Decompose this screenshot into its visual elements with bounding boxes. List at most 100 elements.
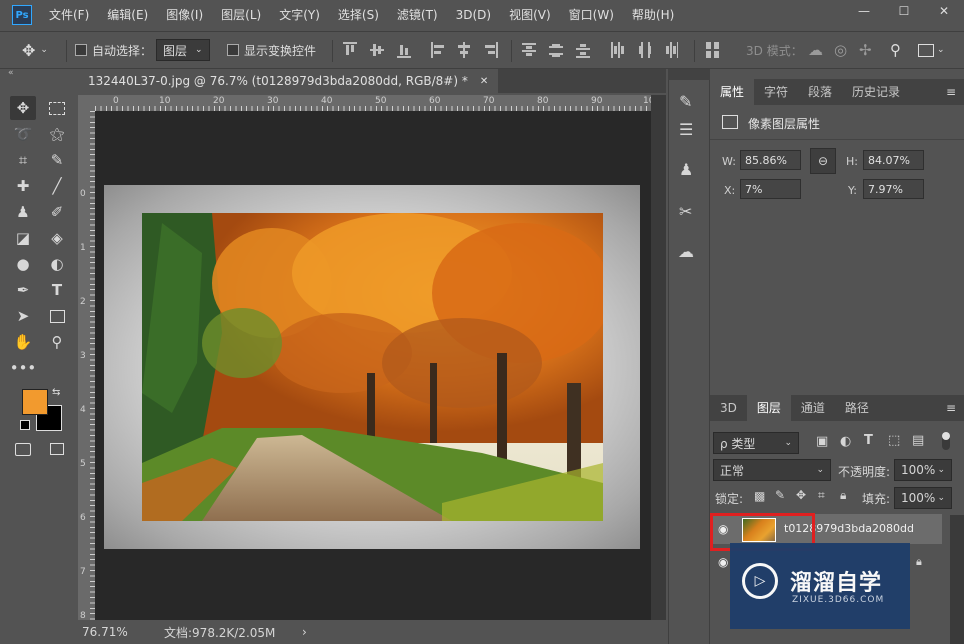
menu-select[interactable]: 选择(S): [329, 0, 388, 30]
restore-button[interactable]: ☐: [884, 0, 924, 22]
close-icon[interactable]: ✕: [480, 76, 488, 87]
crop-tool-icon[interactable]: ⌗: [10, 148, 36, 172]
workspace-switcher-icon[interactable]: ⌄: [918, 32, 945, 68]
status-menu-arrow[interactable]: ›: [302, 625, 307, 639]
more-tools-icon[interactable]: •••: [10, 356, 37, 380]
layers-scrollbar[interactable]: [950, 515, 964, 644]
auto-select-dropdown[interactable]: 图层 ⌄: [156, 39, 210, 61]
menu-file[interactable]: 文件(F): [40, 0, 98, 30]
tab-properties[interactable]: 属性: [710, 79, 755, 105]
marquee-tool-icon[interactable]: [44, 96, 70, 120]
filter-shape-icon[interactable]: ⬚: [888, 433, 900, 448]
path-selection-tool-icon[interactable]: ➤: [10, 304, 36, 328]
type-tool-icon[interactable]: T: [44, 278, 70, 302]
align-vcenter-icon[interactable]: [370, 42, 384, 58]
history-brush-tool-icon[interactable]: ✐: [44, 200, 70, 224]
filter-smart-object-icon[interactable]: ▤: [912, 433, 924, 448]
show-transform-checkbox[interactable]: 显示变换控件: [227, 32, 316, 68]
menu-3d[interactable]: 3D(D): [447, 0, 500, 30]
menu-type[interactable]: 文字(Y): [270, 0, 329, 30]
search-icon[interactable]: ⚲: [890, 32, 901, 68]
distribute-hcenter-icon[interactable]: [637, 42, 651, 58]
healing-brush-tool-icon[interactable]: ✚: [10, 174, 36, 198]
brush-tool-icon[interactable]: ╱: [44, 174, 70, 198]
menu-help[interactable]: 帮助(H): [623, 0, 683, 30]
filter-toggle[interactable]: [942, 432, 950, 450]
eyedropper-tool-icon[interactable]: ✎: [44, 148, 70, 172]
checkbox-box[interactable]: [227, 44, 239, 56]
menu-image[interactable]: 图像(I): [157, 0, 212, 30]
move-tool-icon[interactable]: ✥: [10, 96, 36, 120]
height-field[interactable]: 84.07%: [863, 150, 924, 170]
distribute-vcenter-icon[interactable]: [549, 42, 563, 58]
tab-paragraph[interactable]: 段落: [798, 79, 842, 105]
opacity-field[interactable]: 100% ⌄: [894, 459, 952, 481]
rectangle-tool-icon[interactable]: [44, 304, 70, 328]
3d-roll-icon[interactable]: ◎: [834, 32, 847, 68]
magic-wand-tool-icon[interactable]: ⚝: [44, 122, 70, 146]
autumn-road-photo[interactable]: [142, 213, 603, 521]
align-bottom-icon[interactable]: [397, 42, 411, 58]
distribute-top-icon[interactable]: [522, 42, 536, 58]
lock-transparent-icon[interactable]: ▩: [754, 489, 765, 503]
tab-paths[interactable]: 路径: [835, 395, 879, 421]
vertical-scrollbar[interactable]: [651, 95, 666, 620]
lock-artboard-icon[interactable]: ⌗: [818, 488, 825, 503]
minimize-button[interactable]: —: [844, 0, 884, 22]
eye-icon[interactable]: ◉: [718, 555, 728, 569]
brush-presets-icon[interactable]: ✎: [679, 92, 692, 111]
width-field[interactable]: 85.86%: [740, 150, 801, 170]
3d-pan-icon[interactable]: ✢: [859, 32, 872, 68]
panel-menu-icon[interactable]: ≡: [946, 395, 956, 421]
menu-window[interactable]: 窗口(W): [560, 0, 623, 30]
checkbox-box[interactable]: [75, 44, 87, 56]
menu-view[interactable]: 视图(V): [500, 0, 560, 30]
lock-position-icon[interactable]: ✥: [796, 488, 806, 502]
distribute-right-icon[interactable]: [664, 42, 678, 58]
tab-3d[interactable]: 3D: [710, 395, 747, 421]
filter-adjustment-icon[interactable]: ◐: [840, 434, 851, 449]
menu-edit[interactable]: 编辑(E): [98, 0, 157, 30]
screen-mode-icon[interactable]: [44, 437, 70, 461]
document-canvas[interactable]: [104, 185, 640, 549]
paint-bucket-tool-icon[interactable]: ◈: [44, 226, 70, 250]
adjustments-icon[interactable]: ☰: [679, 120, 693, 139]
filter-type-icon[interactable]: T: [864, 433, 873, 448]
auto-align-icon[interactable]: [706, 42, 720, 58]
layer-filter-dropdown[interactable]: ρ 类型 ⌄: [713, 432, 799, 454]
menu-layer[interactable]: 图层(L): [212, 0, 270, 30]
lasso-tool-icon[interactable]: ➰: [10, 122, 36, 146]
distribute-left-icon[interactable]: [610, 42, 624, 58]
3d-orbit-icon[interactable]: ☁: [808, 32, 823, 68]
lock-all-icon[interactable]: 🔒︎: [840, 488, 846, 503]
link-icon[interactable]: ⊖: [810, 148, 836, 174]
canvas-area[interactable]: [95, 111, 651, 620]
panel-menu-icon[interactable]: ≡: [946, 79, 956, 105]
clone-source-icon[interactable]: ♟: [679, 160, 693, 179]
blur-tool-icon[interactable]: ●: [10, 252, 36, 276]
zoom-tool-icon[interactable]: ⚲: [44, 330, 70, 354]
pen-tool-icon[interactable]: ✒: [10, 278, 36, 302]
y-field[interactable]: 7.97%: [863, 179, 924, 199]
zoom-level[interactable]: 76.71%: [82, 625, 152, 639]
dodge-tool-icon[interactable]: ◐: [44, 252, 70, 276]
tab-channels[interactable]: 通道: [791, 395, 835, 421]
align-left-icon[interactable]: [431, 42, 445, 58]
tab-history[interactable]: 历史记录: [842, 79, 910, 105]
auto-select-checkbox[interactable]: 自动选择：: [75, 32, 152, 68]
swap-colors-icon[interactable]: ⇆: [52, 387, 60, 398]
align-hcenter-icon[interactable]: [457, 42, 471, 58]
blend-mode-dropdown[interactable]: 正常 ⌄: [713, 459, 831, 481]
align-top-icon[interactable]: [343, 42, 357, 58]
filter-pixel-icon[interactable]: ▣: [816, 434, 828, 449]
close-window-button[interactable]: ✕: [924, 0, 964, 22]
libraries-icon[interactable]: ☁: [678, 242, 694, 261]
eraser-tool-icon[interactable]: ◪: [10, 226, 36, 250]
tool-presets-icon[interactable]: ✂: [679, 202, 692, 221]
distribute-bottom-icon[interactable]: [576, 42, 590, 58]
foreground-color-swatch[interactable]: [22, 389, 48, 415]
default-colors-icon[interactable]: [20, 420, 30, 430]
clone-stamp-tool-icon[interactable]: ♟: [10, 200, 36, 224]
document-tab[interactable]: 132440L37-0.jpg @ 76.7% (t0128979d3bda20…: [78, 69, 499, 93]
tab-layers[interactable]: 图层: [746, 395, 791, 421]
